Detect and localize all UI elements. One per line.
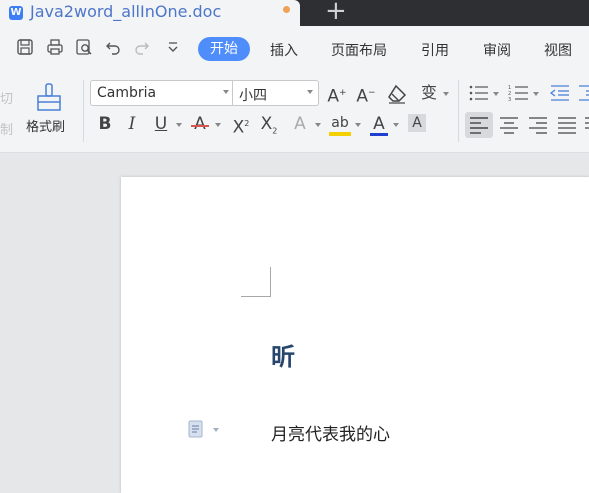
- chevron-down-icon[interactable]: [355, 123, 361, 127]
- paragraph-layout-icon[interactable]: [188, 420, 204, 438]
- ribbon-divider: [83, 80, 84, 142]
- phonetic-guide-icon[interactable]: 变: [419, 82, 439, 104]
- chevron-down-icon[interactable]: [493, 92, 499, 96]
- numbered-list-icon[interactable]: 123: [508, 84, 530, 103]
- font-color-icon[interactable]: A: [370, 113, 388, 136]
- ribbon-divider: [458, 80, 459, 142]
- chevron-down-icon[interactable]: [315, 123, 321, 127]
- chevron-down-icon[interactable]: [533, 92, 539, 96]
- tab-home[interactable]: 开始: [198, 37, 250, 61]
- bold-icon[interactable]: B: [96, 113, 114, 135]
- italic-icon[interactable]: I: [123, 113, 141, 135]
- svg-text:3: 3: [508, 97, 511, 102]
- align-left-icon: [470, 117, 488, 134]
- chevron-down-icon[interactable]: [176, 123, 182, 127]
- chevron-down-icon[interactable]: [215, 123, 221, 127]
- tab-page-layout[interactable]: 页面布局: [331, 40, 387, 60]
- margin-corner-mark: [241, 296, 271, 297]
- unsaved-indicator: [283, 6, 290, 13]
- shrink-font-icon[interactable]: A−: [355, 82, 377, 107]
- highlight-icon[interactable]: ab: [329, 112, 351, 136]
- grow-font-icon[interactable]: A+: [326, 82, 348, 107]
- tab-view[interactable]: 视图: [544, 40, 572, 60]
- chevron-down-icon: [223, 90, 229, 94]
- align-center-icon[interactable]: [498, 112, 520, 136]
- underline-icon[interactable]: U: [151, 113, 171, 135]
- chevron-down-icon[interactable]: [393, 123, 399, 127]
- document-page[interactable]: [121, 177, 589, 493]
- chevron-down-icon[interactable]: [443, 92, 449, 96]
- print-icon[interactable]: [46, 38, 64, 56]
- subscript-icon[interactable]: X2: [259, 113, 279, 135]
- justify-icon[interactable]: [556, 112, 578, 136]
- tab-insert[interactable]: 插入: [270, 40, 298, 60]
- decrease-indent-icon[interactable]: [549, 84, 571, 102]
- document-body-text[interactable]: 月亮代表我的心: [271, 420, 390, 445]
- document-heading[interactable]: 昕: [271, 337, 295, 372]
- font-name-value: Cambria: [97, 85, 157, 101]
- wps-writer-icon: W: [9, 6, 23, 20]
- increase-indent-icon[interactable]: [577, 84, 589, 102]
- save-icon[interactable]: [16, 38, 34, 56]
- margin-corner-mark: [270, 267, 271, 297]
- more-icon[interactable]: [164, 38, 182, 56]
- format-painter-label[interactable]: 格式刷: [26, 116, 65, 135]
- bullet-list-icon[interactable]: [468, 84, 490, 102]
- text-effect-icon[interactable]: A: [290, 113, 310, 135]
- title-bar: W Java2word_allInOne.doc +: [0, 0, 589, 26]
- new-tab-button[interactable]: +: [325, 0, 347, 25]
- chevron-down-icon[interactable]: [213, 428, 219, 432]
- menu-bar: 开始 插入 页面布局 引用 审阅 视图: [0, 26, 589, 70]
- format-painter-icon[interactable]: [34, 82, 64, 112]
- align-left-button[interactable]: [465, 112, 493, 138]
- copy-button[interactable]: 制: [0, 119, 13, 138]
- font-size-select[interactable]: 小四: [233, 80, 319, 106]
- distributed-align-icon[interactable]: [583, 112, 589, 136]
- font-name-select[interactable]: Cambria: [90, 80, 233, 106]
- strikethrough-icon[interactable]: A: [190, 113, 210, 135]
- redo-icon[interactable]: [133, 38, 151, 56]
- undo-icon[interactable]: [104, 38, 122, 56]
- superscript-icon[interactable]: X2: [231, 113, 251, 138]
- font-size-value: 小四: [239, 88, 267, 104]
- print-preview-icon[interactable]: [75, 38, 93, 56]
- character-shading-icon[interactable]: A: [408, 114, 426, 132]
- document-tab-title: Java2word_allInOne.doc: [30, 2, 222, 21]
- document-tab[interactable]: W Java2word_allInOne.doc: [0, 0, 300, 26]
- tab-review[interactable]: 审阅: [483, 40, 511, 60]
- align-right-icon[interactable]: [527, 112, 549, 136]
- chevron-down-icon: [307, 90, 313, 94]
- tab-references[interactable]: 引用: [421, 40, 449, 60]
- clear-format-icon[interactable]: [386, 84, 408, 104]
- cut-button[interactable]: 切: [0, 88, 13, 107]
